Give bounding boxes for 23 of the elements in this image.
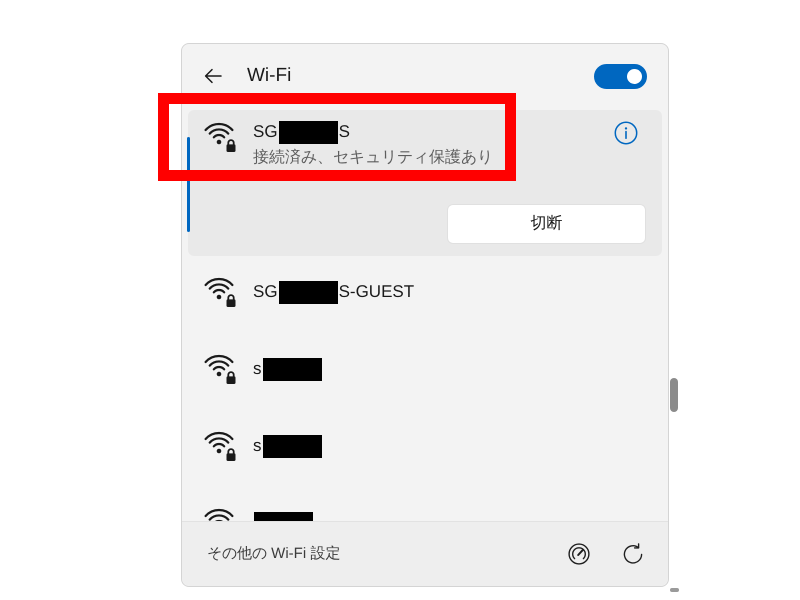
speedometer-icon bbox=[568, 543, 590, 565]
network-name: SG bbox=[253, 281, 278, 303]
network-name: s bbox=[253, 358, 262, 380]
info-button[interactable] bbox=[614, 121, 638, 145]
network-name: SG bbox=[253, 121, 278, 143]
disconnect-button[interactable]: 切断 bbox=[447, 204, 646, 244]
network-item[interactable]: SG S 接続済み、セキュリティ保護あり 切断 bbox=[188, 110, 662, 256]
connection-status: 接続済み、セキュリティ保護あり bbox=[253, 148, 494, 168]
scroll-arrow-icon bbox=[670, 588, 679, 592]
redaction-block bbox=[278, 120, 338, 144]
scrollbar-thumb[interactable] bbox=[670, 378, 678, 412]
wifi-settings-link[interactable]: その他の Wi-Fi 設定 bbox=[207, 542, 340, 566]
back-arrow-icon bbox=[204, 68, 222, 84]
network-name: s bbox=[253, 435, 262, 457]
refresh-icon bbox=[622, 543, 644, 565]
info-icon bbox=[614, 121, 638, 145]
redaction-block bbox=[262, 358, 322, 380]
panel-title: Wi-Fi bbox=[247, 64, 292, 88]
wifi-toggle[interactable] bbox=[594, 64, 647, 88]
network-name: S-GUEST bbox=[338, 281, 414, 303]
redaction-block bbox=[278, 280, 338, 304]
redaction-block bbox=[262, 434, 322, 458]
network-name: S bbox=[338, 121, 350, 143]
